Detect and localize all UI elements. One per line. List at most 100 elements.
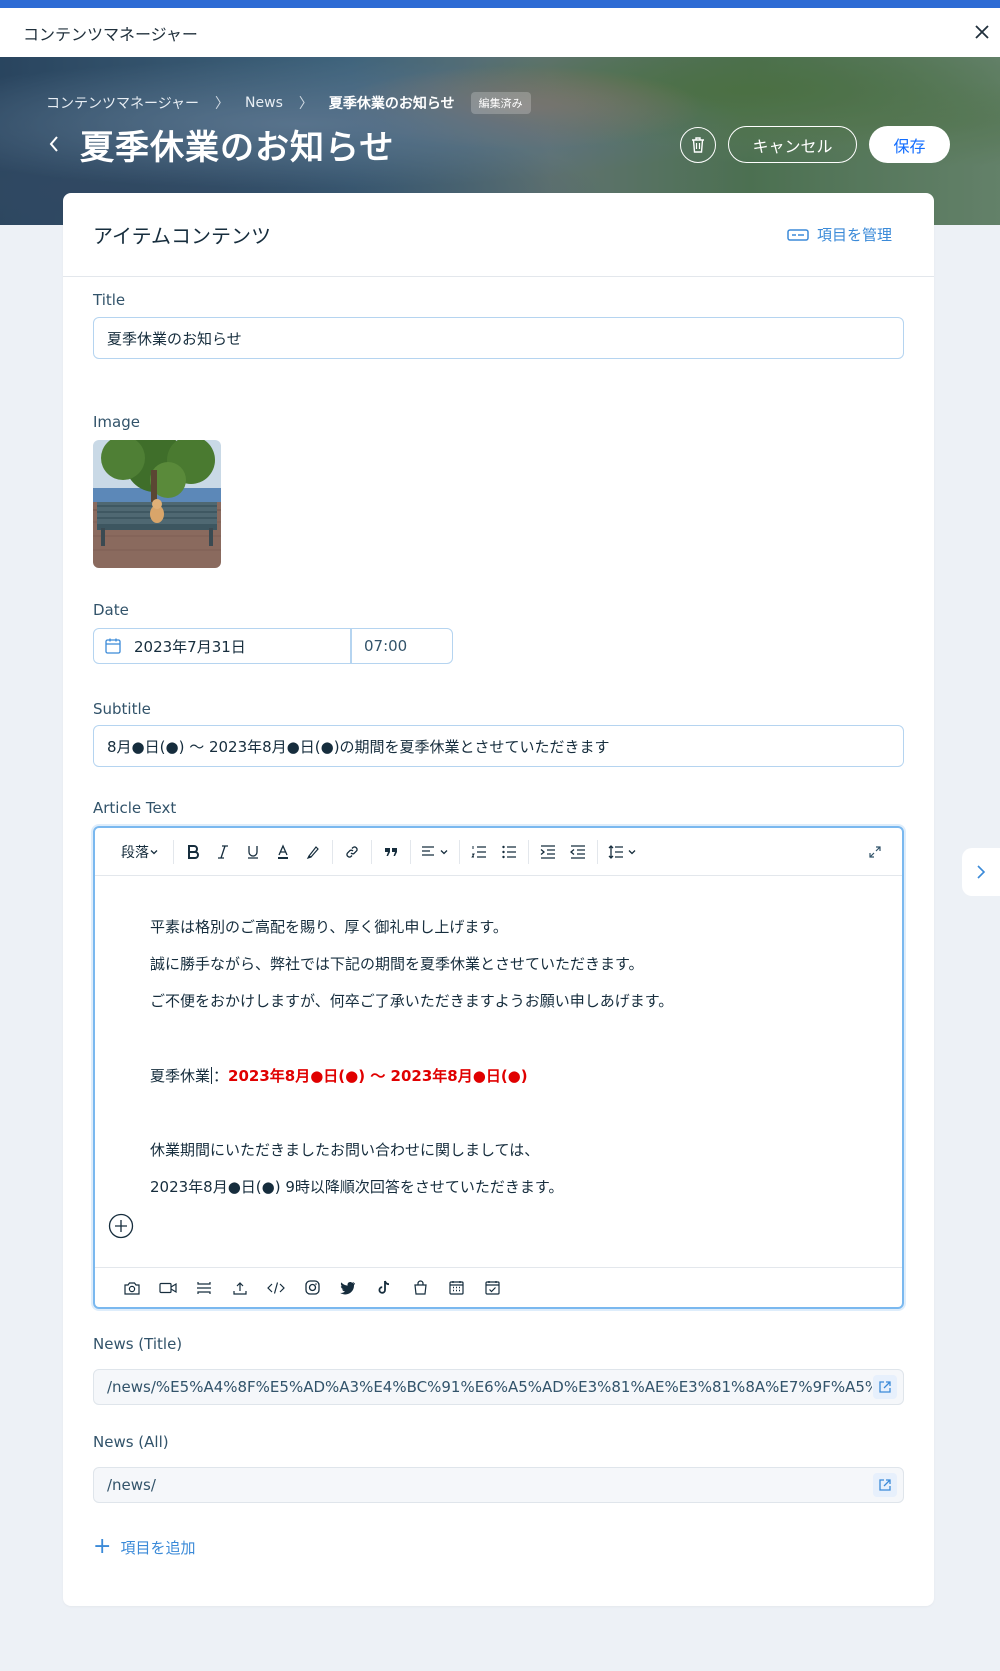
- trash-icon: [692, 137, 704, 153]
- add-field-button[interactable]: + 項目を追加: [93, 1536, 195, 1558]
- paragraph-style-label: 段落: [121, 844, 149, 861]
- underline-icon: [248, 845, 258, 859]
- paragraph-line: 誠に勝手ながら、弊社では下記の期間を夏季休業とさせていただきます。: [150, 955, 644, 973]
- manage-fields-button[interactable]: 項目を管理: [787, 224, 892, 245]
- alignment-dropdown[interactable]: [415, 838, 455, 866]
- news-title-label: News (Title): [93, 1335, 183, 1353]
- divider-icon: [197, 1281, 211, 1294]
- code-icon: [267, 1281, 285, 1294]
- outdent-button[interactable]: [563, 838, 593, 866]
- text-color-button[interactable]: [268, 838, 298, 866]
- back-chevron-icon[interactable]: [45, 133, 63, 155]
- calendar-grid-icon: [448, 1281, 464, 1295]
- toolbar-divider: [332, 839, 333, 864]
- holiday-colon: ：: [213, 1067, 229, 1085]
- upload-icon: [233, 1281, 247, 1295]
- tiktok-icon: [378, 1280, 390, 1294]
- chevron-right-icon: 〉: [215, 96, 230, 112]
- highlighter-icon: [306, 845, 319, 859]
- paragraph-line: 休業期間にいただきましたお問い合わせに関しましては、: [150, 1141, 540, 1159]
- chevron-down-icon: [628, 849, 635, 854]
- subtitle-label: Subtitle: [93, 700, 151, 718]
- title-input[interactable]: 夏季休業のお知らせ: [93, 317, 904, 359]
- news-all-url-field: /news/: [93, 1467, 904, 1503]
- time-input[interactable]: 07:00: [351, 628, 453, 664]
- text-color-icon: [278, 843, 288, 859]
- card-title: アイテムコンテンツ: [93, 224, 271, 248]
- image-label: Image: [93, 413, 140, 431]
- toolbar-divider: [371, 839, 372, 864]
- insert-tiktok-button[interactable]: [366, 1274, 402, 1302]
- calendar-icon: [105, 638, 121, 654]
- holiday-period-line: 夏季休業 ：2023年8月●日(●) 〜 2023年8月●日(●): [150, 1065, 528, 1086]
- breadcrumb-collection[interactable]: News: [245, 95, 283, 111]
- breadcrumb: コンテンツマネージャー 〉 News 〉 夏季休業のお知らせ 編集済み: [46, 92, 531, 114]
- cancel-button[interactable]: キャンセル: [728, 126, 857, 163]
- delete-button[interactable]: [680, 127, 716, 163]
- video-icon: [159, 1282, 177, 1293]
- rich-text-editor[interactable]: 段落 平素は格別のご高配を賜り、厚く御礼申し上げます。 誠に勝手ながら、弊社では…: [93, 826, 904, 1309]
- subtitle-input[interactable]: 8月●日(●) 〜 2023年8月●日(●)の期間を夏季休業とさせていただきます: [93, 725, 904, 767]
- image-thumbnail[interactable]: [93, 440, 221, 568]
- date-input[interactable]: 2023年7月31日: [93, 628, 351, 664]
- item-content-card: アイテムコンテンツ 項目を管理 Title 夏季休業のお知らせ Image Da…: [63, 193, 934, 1606]
- insert-video-button[interactable]: [150, 1274, 186, 1302]
- insert-divider-button[interactable]: [186, 1274, 222, 1302]
- paragraph-line: 2023年8月●日(●) 9時以降順次回答をさせていただきます。: [150, 1178, 564, 1196]
- line-spacing-icon: [608, 844, 623, 859]
- plus-icon: +: [93, 1534, 112, 1559]
- title-input-value: 夏季休業のお知らせ: [107, 329, 242, 348]
- numbered-list-button[interactable]: [464, 838, 494, 866]
- indent-button[interactable]: [533, 838, 563, 866]
- paragraph-style-dropdown[interactable]: 段落: [111, 838, 169, 866]
- insert-product-button[interactable]: [402, 1274, 438, 1302]
- paragraph-line: 平素は格別のご高配を賜り、厚く御礼申し上げます。: [150, 918, 508, 936]
- italic-button[interactable]: [208, 838, 238, 866]
- line-spacing-dropdown[interactable]: [602, 838, 642, 866]
- time-value: 07:00: [364, 637, 408, 655]
- news-all-label: News (All): [93, 1433, 169, 1451]
- editor-content[interactable]: 平素は格別のご高配を賜り、厚く御礼申し上げます。 誠に勝手ながら、弊社では下記の…: [95, 876, 902, 1267]
- save-button[interactable]: 保存: [869, 126, 950, 163]
- fullscreen-button[interactable]: [868, 838, 882, 866]
- top-accent-stripe: [0, 0, 1000, 8]
- text-cursor: [211, 1067, 213, 1084]
- insert-booking-button[interactable]: [474, 1274, 510, 1302]
- bullet-list-button[interactable]: [494, 838, 524, 866]
- next-item-button[interactable]: [962, 848, 1000, 896]
- toolbar-divider: [173, 839, 174, 864]
- editor-toolbar: 段落: [95, 828, 902, 876]
- close-icon[interactable]: [970, 20, 994, 44]
- insert-html-button[interactable]: [258, 1274, 294, 1302]
- toolbar-divider: [528, 839, 529, 864]
- add-block-icon[interactable]: [108, 1213, 134, 1239]
- insert-event-button[interactable]: [438, 1274, 474, 1302]
- subtitle-input-value: 8月●日(●) 〜 2023年8月●日(●)の期間を夏季休業とさせていただきます: [107, 737, 610, 756]
- page-title: 夏季休業のお知らせ: [80, 128, 395, 168]
- insert-image-button[interactable]: [114, 1274, 150, 1302]
- toolbar-divider: [597, 839, 598, 864]
- open-link-button[interactable]: [873, 1375, 897, 1399]
- bold-button[interactable]: [178, 838, 208, 866]
- link-button[interactable]: [337, 838, 367, 866]
- paragraph-line: ご不便をおかけしますが、何卒ご了承いただきますようお願い申しあげます。: [150, 992, 674, 1010]
- status-badge: 編集済み: [470, 92, 531, 114]
- insert-twitter-button[interactable]: [330, 1274, 366, 1302]
- expand-icon: [869, 846, 881, 858]
- insert-instagram-button[interactable]: [294, 1274, 330, 1302]
- news-title-url-value: /news/%E5%A4%8F%E5%AD%A3%E4%BC%91%E6%A5%…: [107, 1378, 872, 1396]
- insert-file-button[interactable]: [222, 1274, 258, 1302]
- chevron-right-icon: [977, 865, 986, 879]
- article-text-label: Article Text: [93, 799, 177, 817]
- title-label: Title: [93, 291, 126, 309]
- toolbar-divider: [410, 839, 411, 864]
- open-link-button[interactable]: [873, 1473, 897, 1497]
- blockquote-button[interactable]: [376, 838, 406, 866]
- highlight-button[interactable]: [298, 838, 328, 866]
- underline-button[interactable]: [238, 838, 268, 866]
- camera-icon: [124, 1281, 140, 1295]
- breadcrumb-root[interactable]: コンテンツマネージャー: [46, 93, 199, 113]
- outdent-icon: [570, 844, 585, 859]
- link-icon: [346, 845, 358, 858]
- external-link-icon: [879, 1479, 891, 1491]
